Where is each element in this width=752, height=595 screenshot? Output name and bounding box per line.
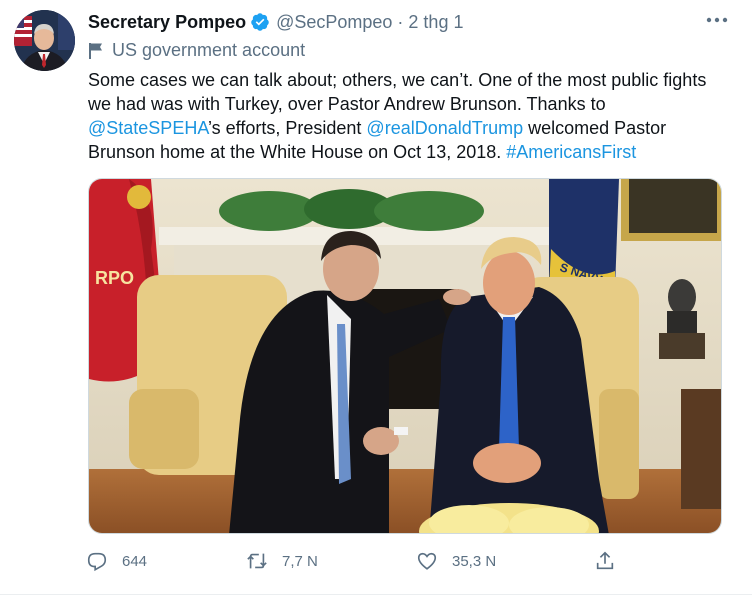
government-account-label: US government account: [88, 40, 305, 61]
mention-statespeha-link[interactable]: @StateSPEHA: [88, 118, 208, 138]
flag-text: RPO: [95, 268, 134, 288]
tweet-text: Some cases we can talk about; others, we…: [88, 68, 708, 164]
flag-icon: [89, 42, 102, 59]
more-icon: [706, 17, 728, 23]
reply-count: 644: [122, 552, 148, 570]
mention-realdonaldtrump-link[interactable]: @realDonaldTrump: [366, 118, 523, 138]
retweet-button[interactable]: 7,7 N: [246, 546, 318, 576]
separator-dot: ·: [397, 11, 404, 32]
heart-icon: [417, 552, 437, 570]
hashtag-americansfirst-link[interactable]: #AmericansFirst: [506, 142, 636, 162]
government-account-text: US government account: [112, 40, 306, 60]
tweet-text-segment: Some cases we can talk about; others, we…: [88, 70, 707, 114]
avatar[interactable]: [14, 10, 75, 71]
retweet-icon: [247, 553, 267, 569]
tweet-actions: 644 7,7 N 35,3 N: [86, 546, 626, 576]
tweet-header: Secretary Pompeo @SecPompeo · 2 thg 1: [88, 9, 463, 35]
tweet[interactable]: Secretary Pompeo @SecPompeo · 2 thg 1 US…: [0, 0, 752, 595]
author-handle[interactable]: @SecPompeo: [276, 12, 392, 33]
retweet-count: 7,7 N: [282, 552, 318, 570]
share-button[interactable]: [594, 546, 616, 576]
verified-badge-icon: [251, 13, 269, 31]
more-button[interactable]: [702, 8, 732, 32]
reply-icon: [87, 552, 107, 572]
reply-button[interactable]: 644: [86, 546, 147, 576]
like-count: 35,3 N: [452, 552, 497, 570]
share-icon: [596, 551, 614, 570]
author-name[interactable]: Secretary Pompeo: [88, 12, 246, 33]
tweet-timestamp[interactable]: 2 thg 1: [408, 12, 463, 33]
tweet-text-segment: ’s efforts, President: [208, 118, 367, 138]
like-button[interactable]: 35,3 N: [416, 546, 496, 576]
tweet-photo[interactable]: RPO S NAVY: [88, 178, 722, 534]
